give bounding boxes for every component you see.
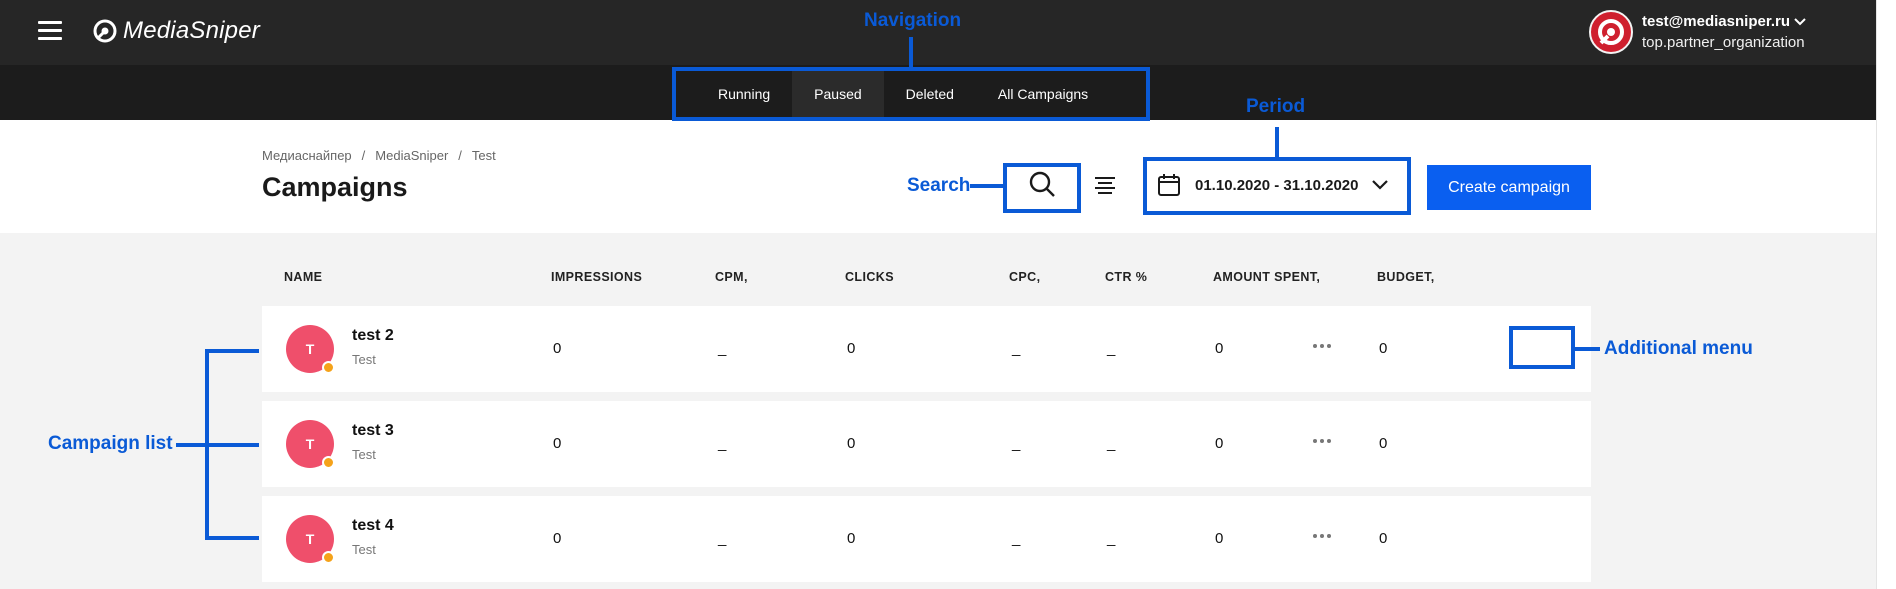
cell-ctr: _ [1107, 435, 1116, 452]
table-row[interactable]: T test 2 Test 0 _ 0 _ _ 0 0 [262, 306, 1591, 392]
cell-amount-spent: 0 [1215, 340, 1224, 357]
cell-cpc: _ [1012, 435, 1021, 452]
status-dot [322, 361, 335, 374]
account-email: test@mediasniper.ru [1642, 13, 1791, 30]
navigation-highlight [672, 67, 1150, 121]
additional-menu-annotation: Additional menu [1604, 338, 1753, 359]
campaign-list-bracket [205, 349, 259, 353]
campaign-list-annotation: Campaign list [48, 433, 173, 454]
campaign-name[interactable]: test 2 [352, 327, 394, 345]
cell-budget: 0 [1379, 340, 1388, 357]
logo-text: MediaSniper [123, 17, 260, 44]
account-menu[interactable]: test@mediasniper.ru top.partner_organiza… [1589, 10, 1806, 54]
campaign-subtitle: Test [352, 447, 376, 462]
account-organization: top.partner_organization [1642, 34, 1805, 51]
breadcrumb-separator: / [458, 148, 462, 163]
column-header-impressions[interactable]: IMPRESSIONS [551, 270, 642, 284]
table-row[interactable]: T test 4 Test 0 _ 0 _ _ 0 0 [262, 496, 1591, 582]
more-dots-icon[interactable] [1307, 527, 1337, 545]
cell-impressions: 0 [553, 530, 562, 547]
cell-amount-spent: 0 [1215, 530, 1224, 547]
cell-budget: 0 [1379, 435, 1388, 452]
logo-icon [93, 19, 117, 43]
search-connector [970, 184, 1003, 188]
column-header-ctr[interactable]: CTR % [1105, 270, 1147, 284]
cell-impressions: 0 [553, 340, 562, 357]
additional-menu-connector [1575, 347, 1600, 351]
table-row[interactable]: T test 3 Test 0 _ 0 _ _ 0 0 [262, 401, 1591, 487]
more-dots-icon[interactable] [1307, 337, 1337, 355]
cell-clicks: 0 [847, 530, 856, 547]
campaign-subtitle: Test [352, 542, 376, 557]
column-header-budget[interactable]: BUDGET, [1377, 270, 1435, 284]
search-annotation: Search [907, 175, 971, 196]
campaign-subtitle: Test [352, 352, 376, 367]
campaign-name[interactable]: test 3 [352, 422, 394, 440]
page-title: Campaigns [262, 172, 408, 202]
cell-amount-spent: 0 [1215, 435, 1224, 452]
campaign-list-bracket [205, 536, 259, 540]
scrollbar[interactable] [1876, 0, 1896, 589]
breadcrumb: Медиаснайпер / MediaSniper / Test [262, 148, 496, 163]
filter-icon[interactable] [1094, 176, 1116, 194]
more-dots-icon[interactable] [1307, 432, 1337, 450]
breadcrumb-item[interactable]: Медиаснайпер [262, 148, 352, 163]
brand-avatar-icon [1598, 19, 1624, 45]
column-header-clicks[interactable]: CLICKS [845, 270, 894, 284]
navigation-connector [909, 37, 913, 67]
navigation-annotation: Navigation [864, 10, 962, 31]
campaign-name[interactable]: test 4 [352, 517, 394, 535]
search-highlight [1003, 163, 1081, 213]
period-highlight [1143, 157, 1411, 215]
create-campaign-button[interactable]: Create campaign [1427, 165, 1591, 210]
campaign-list-connector [176, 443, 205, 447]
breadcrumb-separator: / [361, 148, 366, 163]
account-email-row: test@mediasniper.ru [1642, 13, 1806, 30]
cell-cpm: _ [718, 435, 727, 452]
cell-cpm: _ [718, 340, 727, 357]
breadcrumb-item: Test [471, 148, 496, 163]
status-dot [322, 551, 335, 564]
cell-ctr: _ [1107, 530, 1116, 547]
cell-clicks: 0 [847, 435, 856, 452]
cell-impressions: 0 [553, 435, 562, 452]
period-annotation: Period [1246, 96, 1306, 117]
status-dot [322, 456, 335, 469]
column-header-name[interactable]: NAME [284, 270, 322, 284]
additional-menu-highlight [1509, 326, 1575, 369]
breadcrumb-item[interactable]: MediaSniper [375, 148, 448, 163]
cell-cpc: _ [1012, 340, 1021, 357]
period-connector [1275, 127, 1279, 157]
cell-budget: 0 [1379, 530, 1388, 547]
column-header-cpm[interactable]: CPM, [715, 270, 748, 284]
campaign-list-bracket [205, 443, 259, 447]
logo[interactable]: MediaSniper [93, 17, 260, 45]
column-header-amount-spent[interactable]: AMOUNT SPENT, [1213, 270, 1320, 284]
cell-clicks: 0 [847, 340, 856, 357]
cell-cpm: _ [718, 530, 727, 547]
cell-cpc: _ [1012, 530, 1021, 547]
chevron-down-icon [1794, 17, 1806, 25]
hamburger-icon[interactable] [38, 21, 62, 41]
cell-ctr: _ [1107, 340, 1116, 357]
column-header-cpc[interactable]: CPC, [1009, 270, 1040, 284]
account-avatar [1589, 10, 1633, 54]
